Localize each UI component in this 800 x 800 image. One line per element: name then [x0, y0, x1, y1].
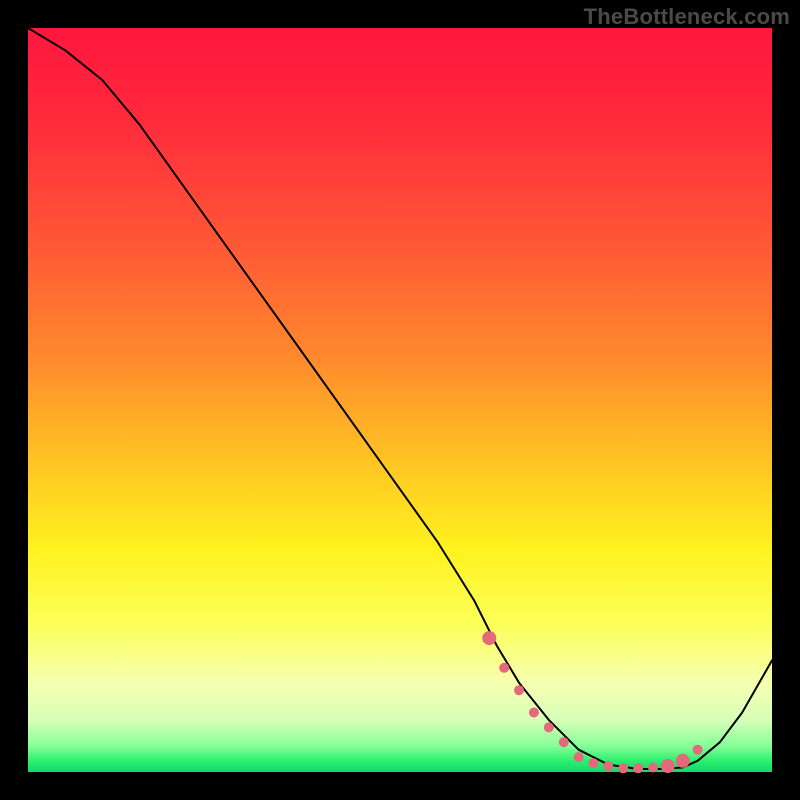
highlight-dot: [618, 763, 628, 773]
highlight-dot: [588, 758, 598, 768]
highlight-dot: [529, 708, 539, 718]
highlight-dot: [482, 631, 496, 645]
bottleneck-curve: [28, 28, 772, 769]
line-chart-svg: [28, 28, 772, 772]
highlight-dot: [661, 759, 675, 773]
highlight-dot: [648, 763, 658, 773]
highlight-dot: [603, 761, 613, 771]
highlight-dot: [693, 745, 703, 755]
highlight-dot: [676, 754, 690, 768]
highlight-dot: [574, 752, 584, 762]
highlight-dot: [499, 663, 509, 673]
highlight-markers: [482, 631, 702, 773]
watermark-text: TheBottleneck.com: [584, 4, 790, 30]
highlight-dot: [633, 763, 643, 773]
highlight-dot: [514, 685, 524, 695]
chart-frame: TheBottleneck.com: [0, 0, 800, 800]
highlight-dot: [559, 737, 569, 747]
highlight-dot: [544, 722, 554, 732]
plot-area: [28, 28, 772, 772]
